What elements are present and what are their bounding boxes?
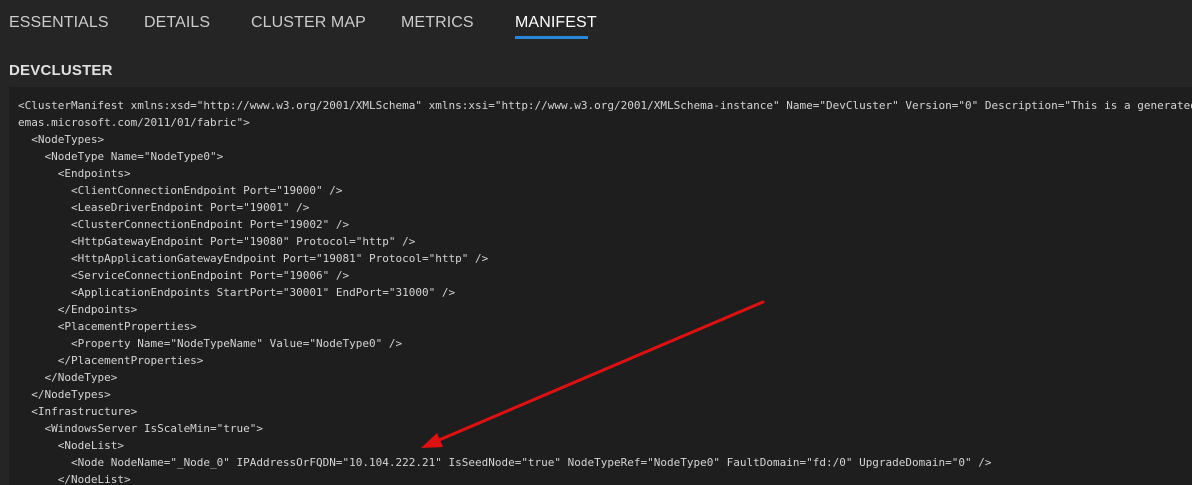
manifest-line: <ClientConnectionEndpoint Port="19000" /… bbox=[18, 184, 343, 197]
active-tab-indicator bbox=[515, 36, 588, 39]
manifest-line-node-ip: <Node NodeName="_Node_0" IPAddressOrFQDN… bbox=[18, 456, 992, 469]
manifest-line: emas.microsoft.com/2011/01/fabric"> bbox=[18, 116, 250, 129]
manifest-line: <Property Name="NodeTypeName" Value="Nod… bbox=[18, 337, 403, 350]
manifest-xml: <ClusterManifest xmlns:xsd="http://www.w… bbox=[18, 97, 1192, 485]
manifest-line: <NodeType Name="NodeType0"> bbox=[18, 150, 224, 163]
tab-cluster-map[interactable]: CLUSTER MAP bbox=[251, 14, 366, 32]
manifest-line: <ClusterConnectionEndpoint Port="19002" … bbox=[18, 218, 350, 231]
manifest-line: <NodeList> bbox=[18, 439, 124, 452]
cluster-name-heading: DEVCLUSTER bbox=[9, 62, 113, 79]
tab-manifest[interactable]: MANIFEST bbox=[515, 14, 597, 32]
manifest-line: <HttpApplicationGatewayEndpoint Port="19… bbox=[18, 252, 489, 265]
manifest-line: </NodeTypes> bbox=[18, 388, 111, 401]
manifest-line: <PlacementProperties> bbox=[18, 320, 197, 333]
manifest-line: <ApplicationEndpoints StartPort="30001" … bbox=[18, 286, 456, 299]
service-fabric-explorer: ESSENTIALS DETAILS CLUSTER MAP METRICS M… bbox=[0, 0, 1192, 485]
manifest-line: <ServiceConnectionEndpoint Port="19006" … bbox=[18, 269, 350, 282]
tab-bar: ESSENTIALS DETAILS CLUSTER MAP METRICS M… bbox=[0, 0, 1192, 46]
manifest-line: </NodeType> bbox=[18, 371, 118, 384]
tab-details[interactable]: DETAILS bbox=[144, 14, 210, 32]
manifest-line: <Endpoints> bbox=[18, 167, 131, 180]
manifest-line: </PlacementProperties> bbox=[18, 354, 204, 367]
manifest-line: <Infrastructure> bbox=[18, 405, 138, 418]
manifest-viewer[interactable]: <ClusterManifest xmlns:xsd="http://www.w… bbox=[9, 87, 1192, 485]
tab-metrics[interactable]: METRICS bbox=[401, 14, 474, 32]
manifest-line: <ClusterManifest xmlns:xsd="http://www.w… bbox=[18, 99, 1192, 112]
manifest-line: </NodeList> bbox=[18, 473, 131, 485]
manifest-line: <LeaseDriverEndpoint Port="19001" /> bbox=[18, 201, 310, 214]
manifest-line: <WindowsServer IsScaleMin="true"> bbox=[18, 422, 264, 435]
manifest-line: <HttpGatewayEndpoint Port="19080" Protoc… bbox=[18, 235, 416, 248]
manifest-line: </Endpoints> bbox=[18, 303, 138, 316]
tab-essentials[interactable]: ESSENTIALS bbox=[9, 14, 109, 32]
manifest-line: <NodeTypes> bbox=[18, 133, 105, 146]
